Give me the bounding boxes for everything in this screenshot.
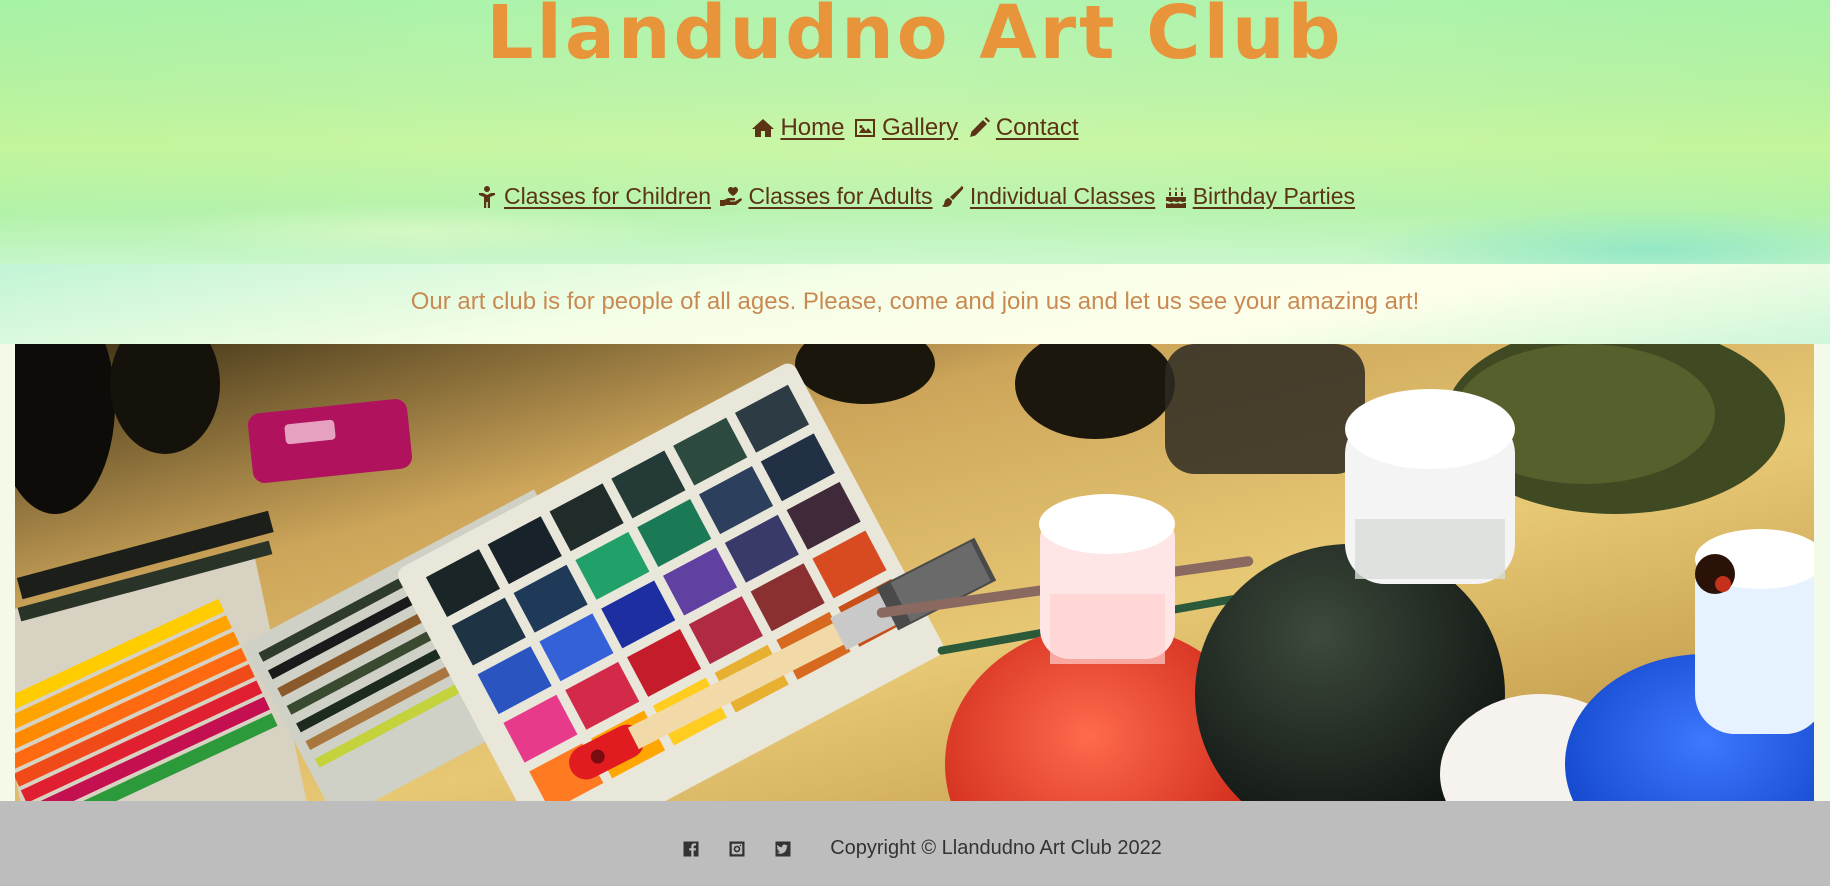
nav-contact-label: Contact (995, 114, 1079, 141)
nav-classes-adults-link[interactable]: Classes for Adults (719, 183, 933, 210)
site-title: Llandudno Art Club (486, 0, 1344, 76)
hand-holding-heart-icon (720, 186, 743, 206)
art-supplies-illustration (15, 344, 1814, 801)
birthday-cake-icon (1165, 186, 1186, 208)
footer-bottom-edge (0, 886, 1830, 894)
paint-brush-icon (941, 185, 964, 207)
site-footer: Copyright © Llandudno Art Club 2022 (0, 801, 1830, 894)
tagline-text: Our art club is for people of all ages. … (410, 288, 1420, 315)
nav-home-label: Home (780, 114, 845, 141)
nav-birthday-parties-label: Birthday Parties (1192, 183, 1356, 209)
nav-classes-children-link[interactable]: Classes for Children (475, 183, 711, 210)
twitter-icon (775, 841, 791, 856)
nav-gallery-label: Gallery (882, 114, 959, 141)
nav-classes-adults-label: Classes for Adults (748, 183, 933, 209)
facebook-link[interactable] (682, 840, 700, 858)
instagram-link[interactable] (728, 840, 746, 858)
nav-classes-children-label: Classes for Children (503, 183, 712, 209)
child-icon (478, 185, 495, 208)
twitter-link[interactable] (774, 840, 792, 858)
nav-individual-classes-link[interactable]: Individual Classes (941, 183, 1155, 210)
nav-contact-link[interactable]: Contact (967, 114, 1079, 142)
footer-content: Copyright © Llandudno Art Club 2022 (0, 837, 1830, 860)
nav-gallery-link[interactable]: Gallery (853, 114, 958, 142)
page: Llandudno Art Club Home Gallery Contact … (0, 0, 1830, 894)
nav-home-link[interactable]: Home (751, 114, 844, 142)
art-supplies-photo (15, 344, 1814, 801)
nav-birthday-parties-link[interactable]: Birthday Parties (1164, 183, 1355, 210)
image-icon (855, 119, 876, 137)
home-icon (752, 119, 775, 137)
nav-individual-classes-label: Individual Classes (969, 183, 1156, 209)
secondary-nav: Classes for Children Classes for Adults … (0, 183, 1830, 215)
primary-nav: Home Gallery Contact (0, 114, 1830, 147)
pencil-icon (969, 117, 990, 137)
copyright-text: Copyright © Llandudno Art Club 2022 (830, 837, 1162, 859)
facebook-icon (683, 841, 699, 856)
site-header: Llandudno Art Club Home Gallery Contact … (0, 0, 1830, 264)
instagram-icon (729, 841, 745, 856)
